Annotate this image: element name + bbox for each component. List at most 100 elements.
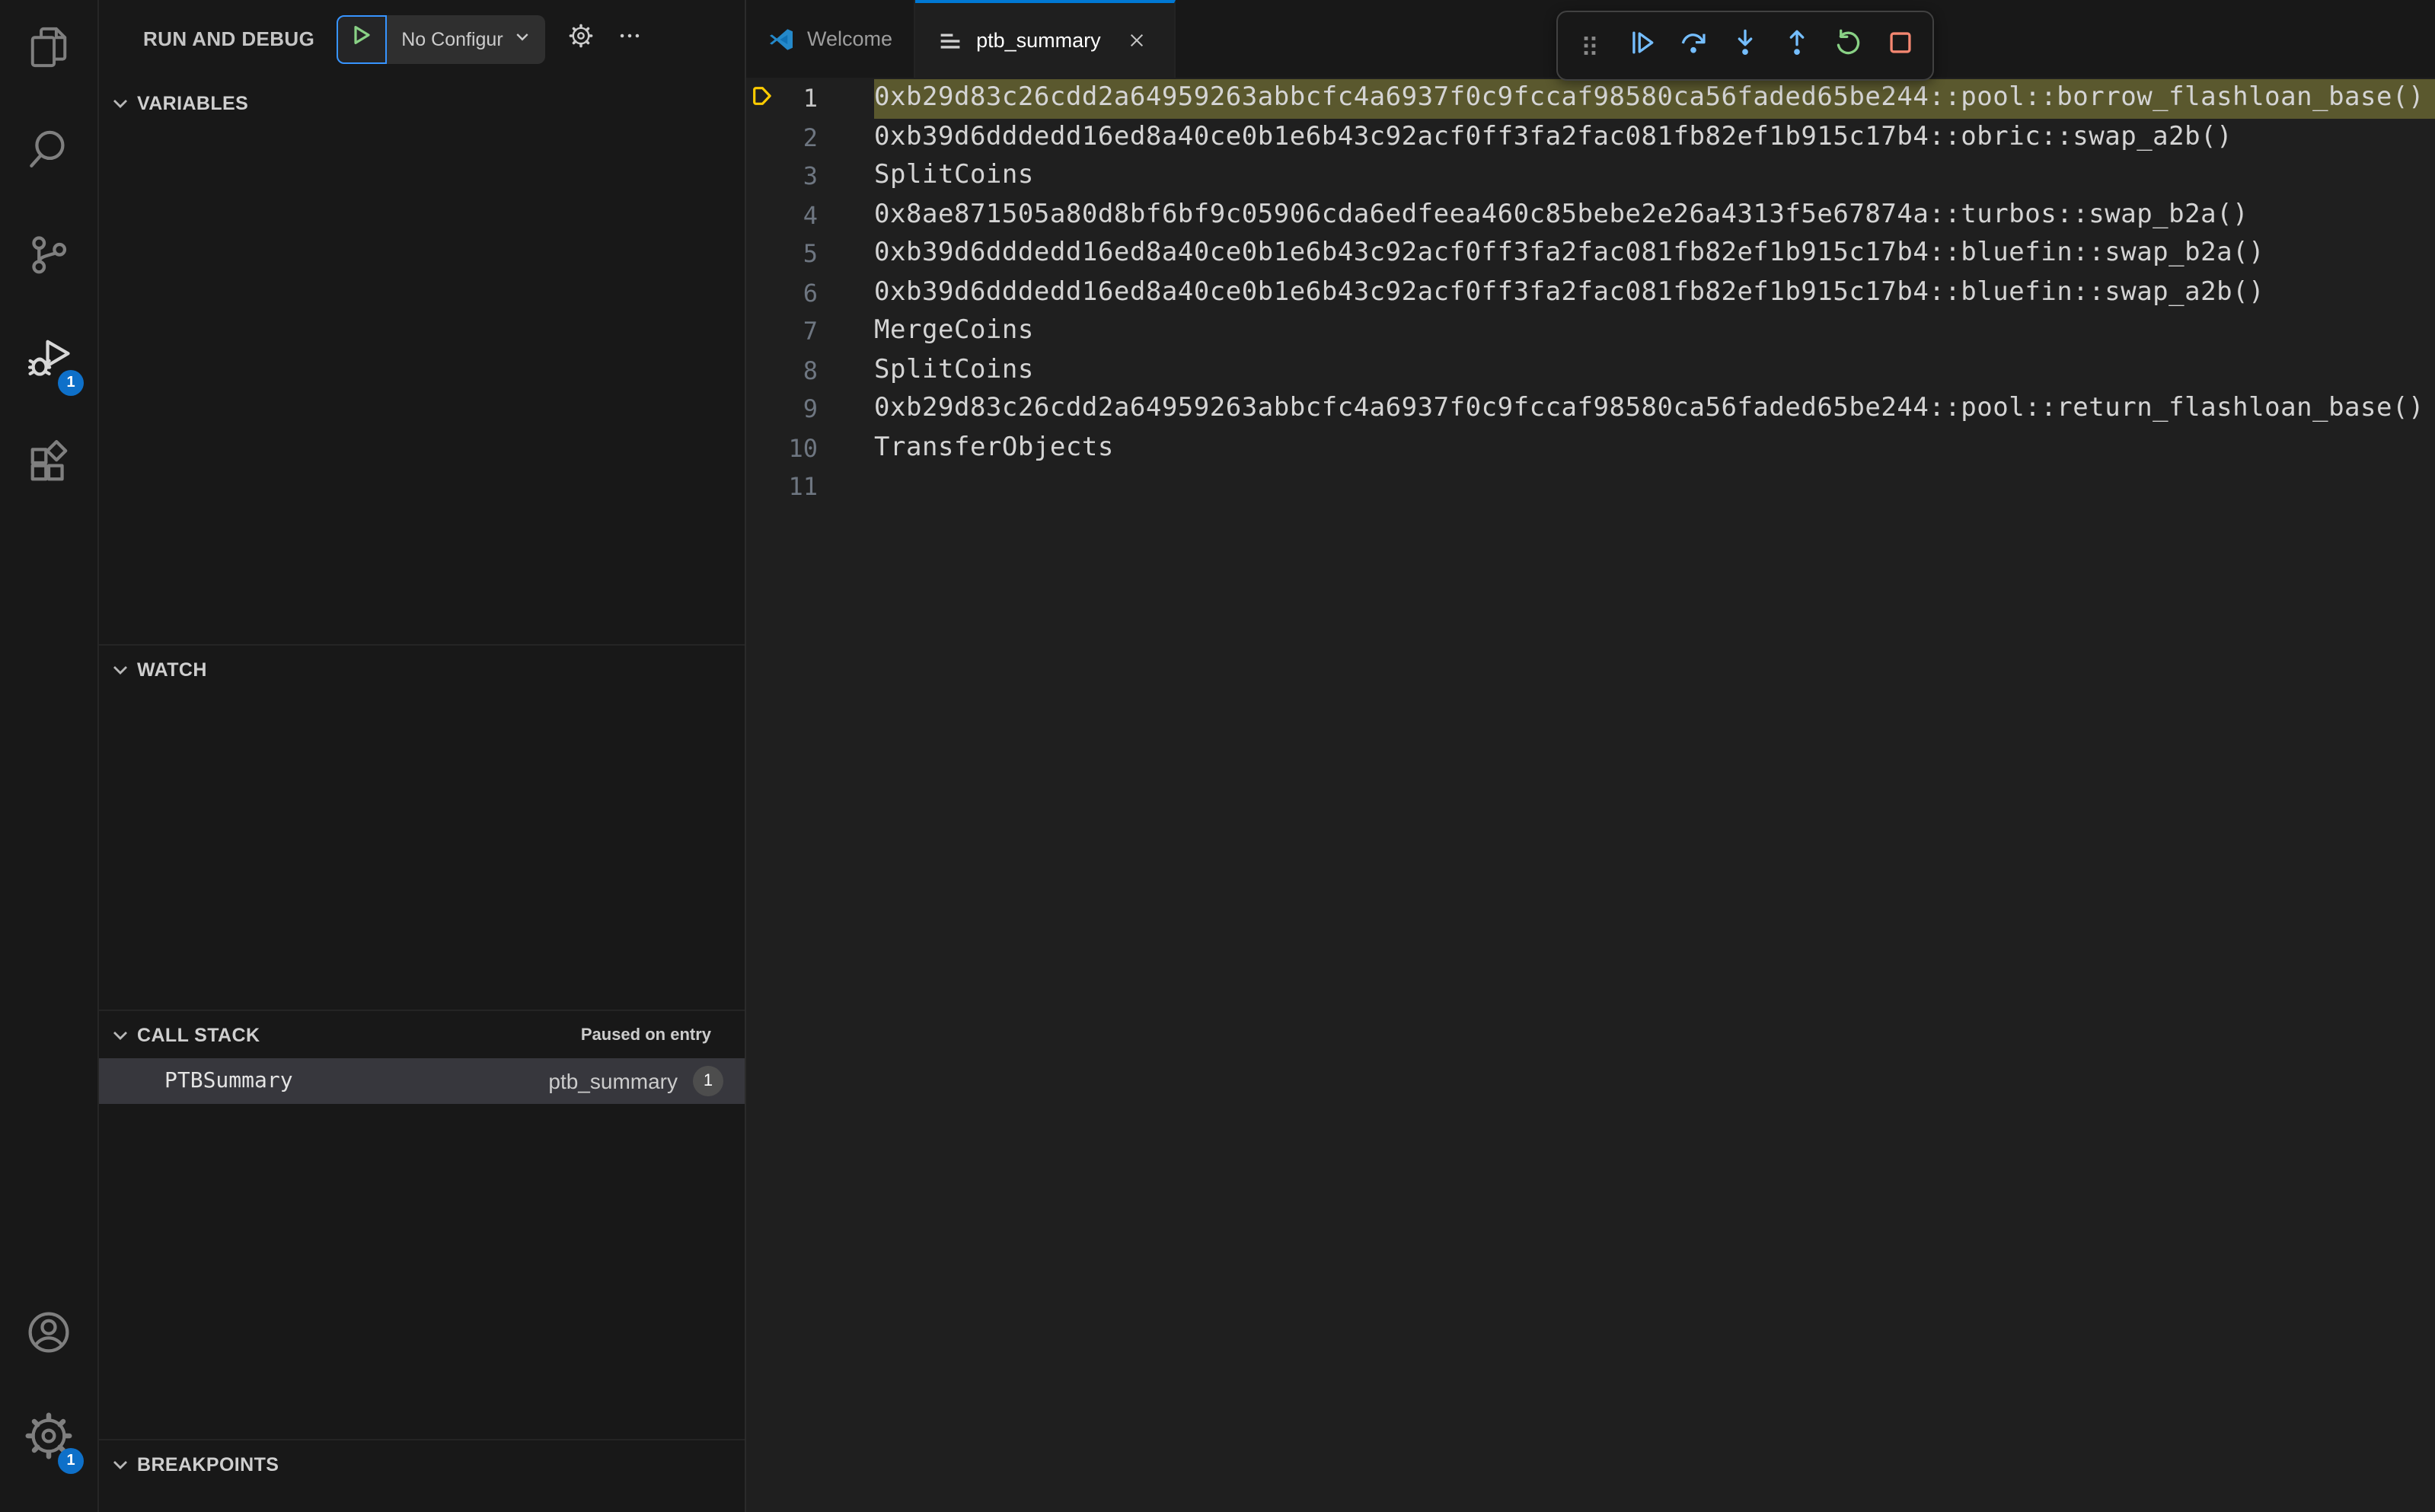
section-title: BREAKPOINTS (137, 1453, 279, 1475)
debug-configuration-value: No Configur (401, 28, 503, 49)
line-number: 3 (803, 161, 818, 190)
section-header-call-stack[interactable]: CALL STACK Paused on entry (99, 1010, 745, 1058)
views-and-more-actions-button[interactable] (618, 22, 643, 56)
code-line: 11 (746, 467, 2435, 506)
extensions-icon (23, 435, 75, 494)
section-header-watch[interactable]: WATCH (99, 644, 745, 693)
close-tab-icon[interactable] (1122, 25, 1153, 56)
settings-badge: 1 (58, 1448, 84, 1474)
sidebar-item-run-and-debug[interactable]: 1 (12, 324, 85, 397)
breakpoint-gutter[interactable] (746, 234, 777, 273)
code-line: 1 0xb29d83c26cdd2a64959263abbcfc4a6937f0… (746, 79, 2435, 118)
watch-panel (99, 693, 745, 1010)
restart-icon (1832, 25, 1865, 66)
run-and-debug-sidebar: RUN AND DEBUG No Configur VARIABLES WATC… (99, 0, 746, 1512)
step-into-icon (1728, 25, 1762, 66)
line-number: 8 (803, 356, 818, 384)
tab-label: Welcome (807, 27, 893, 50)
debug-current-line-marker-icon (750, 84, 773, 114)
code-line-text[interactable]: SplitCoins (874, 351, 2435, 390)
breakpoint-gutter[interactable] (746, 351, 777, 390)
step-over-button[interactable] (1667, 17, 1719, 75)
breakpoint-gutter[interactable] (746, 196, 777, 234)
line-number: 11 (788, 472, 818, 501)
continue-button[interactable] (1616, 17, 1667, 75)
tab-ptb-summary[interactable]: ptb_summary (915, 0, 1176, 78)
code-editor[interactable]: 1 0xb29d83c26cdd2a64959263abbcfc4a6937f0… (746, 78, 2435, 1512)
files-icon (23, 21, 75, 80)
code-line: 9 0xb29d83c26cdd2a64959263abbcfc4a6937f0… (746, 390, 2435, 429)
debug-configuration-dropdown[interactable]: No Configur (386, 14, 546, 63)
sidebar-item-explorer[interactable] (12, 14, 85, 87)
breakpoint-gutter[interactable] (746, 157, 777, 196)
code-line: 5 0xb39d6dddedd16ed8a40ce0b1e6b43c92acf0… (746, 234, 2435, 273)
activity-bar: 1 1 (0, 0, 99, 1512)
list-file-icon (937, 27, 964, 54)
sidebar-item-search[interactable] (12, 117, 85, 190)
code-line-text[interactable]: TransferObjects (874, 429, 2435, 467)
section-title: CALL STACK (137, 1024, 260, 1045)
debug-toolbar (1556, 11, 1934, 81)
debug-badge: 1 (58, 370, 84, 396)
gear-icon (569, 22, 595, 56)
chevron-down-icon (108, 1022, 132, 1047)
section-title: WATCH (137, 659, 207, 680)
code-line-text[interactable]: 0xb39d6dddedd16ed8a40ce0b1e6b43c92acf0ff… (874, 273, 2435, 312)
line-number: 1 (803, 84, 818, 113)
code-line: 7 MergeCoins (746, 312, 2435, 351)
chevron-down-icon (108, 657, 132, 681)
breakpoint-gutter[interactable] (746, 390, 777, 429)
debug-continue-icon (1625, 25, 1658, 66)
code-line-text[interactable]: 0xb39d6dddedd16ed8a40ce0b1e6b43c92acf0ff… (874, 118, 2435, 157)
sidebar-item-source-control[interactable] (12, 221, 85, 294)
breakpoint-gutter[interactable] (746, 79, 777, 118)
debug-settings-gear-button[interactable] (569, 22, 595, 56)
ellipsis-icon (618, 22, 643, 56)
sidebar-title: RUN AND DEBUG (143, 27, 315, 50)
frame-badge: 1 (693, 1066, 723, 1096)
code-line-text[interactable]: 0xb29d83c26cdd2a64959263abbcfc4a6937f0c9… (874, 390, 2435, 429)
sidebar-header: RUN AND DEBUG No Configur (99, 0, 745, 78)
frame-name: PTBSummary (164, 1069, 293, 1093)
vscode-logo-icon (768, 25, 795, 53)
account-icon (23, 1306, 75, 1365)
code-line-text[interactable]: 0x8ae871505a80d8bf6bf9c05906cda6edfeea46… (874, 196, 2435, 234)
breakpoint-gutter[interactable] (746, 118, 777, 157)
line-number: 5 (803, 239, 818, 268)
section-header-breakpoints[interactable]: BREAKPOINTS (99, 1439, 745, 1488)
line-number: 9 (803, 394, 818, 423)
call-stack-frame-row[interactable]: PTBSummary ptb_summary 1 (99, 1058, 745, 1104)
code-line-text[interactable]: 0xb39d6dddedd16ed8a40ce0b1e6b43c92acf0ff… (874, 234, 2435, 273)
code-line-text[interactable]: SplitCoins (874, 157, 2435, 196)
stop-icon (1884, 25, 1917, 66)
toolbar-drag-handle[interactable] (1564, 17, 1616, 75)
breakpoints-panel (99, 1488, 745, 1512)
chevron-down-icon (503, 25, 532, 53)
code-line-text[interactable]: MergeCoins (874, 312, 2435, 351)
line-number: 7 (803, 317, 818, 346)
start-debugging-button[interactable] (336, 14, 387, 63)
variables-panel (99, 126, 745, 644)
sidebar-item-extensions[interactable] (12, 428, 85, 501)
step-out-button[interactable] (1771, 17, 1823, 75)
code-line: 2 0xb39d6dddedd16ed8a40ce0b1e6b43c92acf0… (746, 118, 2435, 157)
code-line: 8 SplitCoins (746, 351, 2435, 390)
restart-button[interactable] (1823, 17, 1875, 75)
step-over-icon (1677, 25, 1710, 66)
step-into-button[interactable] (1719, 17, 1771, 75)
call-stack-status: Paused on entry (580, 1026, 711, 1044)
line-number: 6 (803, 278, 818, 307)
chevron-down-icon (108, 91, 132, 115)
code-line-text[interactable]: 0xb29d83c26cdd2a64959263abbcfc4a6937f0c9… (874, 79, 2435, 118)
section-header-variables[interactable]: VARIABLES (99, 78, 745, 126)
tab-welcome[interactable]: Welcome (746, 0, 916, 78)
stop-button[interactable] (1875, 17, 1926, 75)
settings-button[interactable]: 1 (12, 1402, 85, 1475)
breakpoint-gutter[interactable] (746, 312, 777, 351)
breakpoint-gutter[interactable] (746, 429, 777, 467)
source-control-icon (23, 228, 75, 287)
line-number: 10 (788, 433, 818, 462)
breakpoint-gutter[interactable] (746, 273, 777, 312)
accounts-button[interactable] (12, 1299, 85, 1372)
breakpoint-gutter[interactable] (746, 467, 777, 506)
